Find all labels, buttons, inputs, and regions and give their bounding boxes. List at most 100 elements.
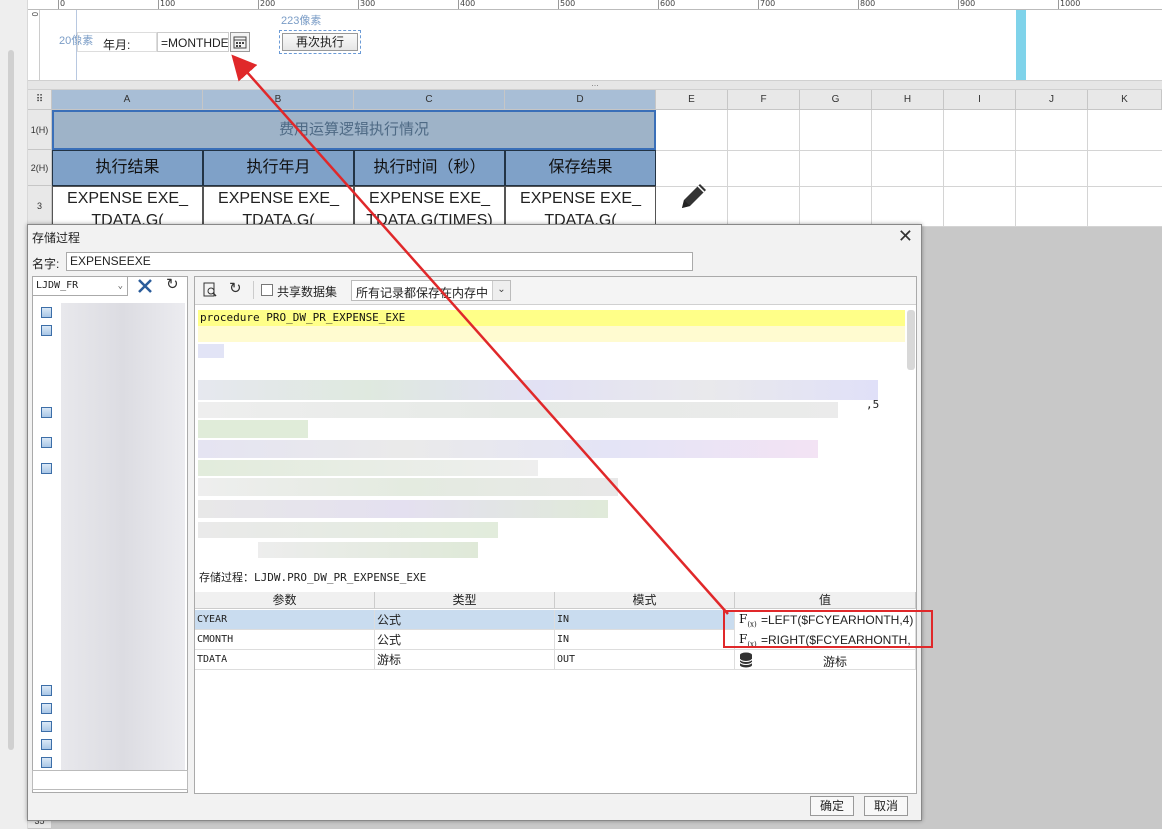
connection-tree-pane bbox=[32, 276, 188, 793]
vertical-ruler: 0 bbox=[28, 10, 40, 82]
data-cell-d3[interactable]: EXPENSE EXE_ TDATA.G( bbox=[505, 186, 656, 226]
table-row[interactable]: TDATA 游标 OUT 游标 bbox=[195, 650, 916, 670]
run-button-selection: 再次执行 bbox=[279, 30, 361, 54]
sql-text-area[interactable]: procedure PRO_DW_PR_EXPENSE_EXE ,5 bbox=[198, 310, 905, 560]
run-again-button[interactable]: 再次执行 bbox=[282, 33, 358, 51]
sql-editor-pane: ↻ 共享数据集 所有记录都保存在内存中 ⌄ procedure PRO_DW_P… bbox=[194, 276, 917, 794]
param-mode-cell: IN bbox=[555, 610, 735, 630]
cursor-value-text: 游标 bbox=[823, 655, 848, 669]
ruler-label: 900 bbox=[960, 0, 976, 8]
select-all-corner[interactable]: ⠿ bbox=[28, 90, 52, 110]
database-icon bbox=[739, 652, 753, 668]
refresh-icon[interactable]: ↻ bbox=[229, 281, 245, 297]
table-icon[interactable] bbox=[41, 437, 52, 448]
row-header-3[interactable]: 3 bbox=[28, 186, 52, 226]
page-boundary-marker bbox=[1016, 10, 1026, 80]
column-header-i[interactable]: I bbox=[944, 90, 1016, 110]
parameter-panel: 20像素 223像素 年月: =MONTHDE 再次执行 bbox=[40, 10, 1162, 80]
table-icon[interactable] bbox=[41, 407, 52, 418]
ruler-label: 600 bbox=[660, 0, 676, 8]
left-scrollbar[interactable] bbox=[8, 50, 14, 750]
ruler-label: 200 bbox=[260, 0, 276, 8]
table-icon[interactable] bbox=[41, 307, 52, 318]
type-column-header: 类型 bbox=[375, 592, 555, 609]
preview-icon[interactable] bbox=[202, 282, 218, 298]
column-header-f[interactable]: F bbox=[728, 90, 800, 110]
table-icon[interactable] bbox=[41, 685, 52, 696]
ruler-label: 800 bbox=[860, 0, 876, 8]
ruler-label: 400 bbox=[460, 0, 476, 8]
param-name-cell: CYEAR bbox=[195, 610, 375, 630]
sql-second-line-blurred bbox=[198, 326, 905, 342]
connection-select-value: LJDW_FR bbox=[36, 280, 79, 291]
param-type-cell: 游标 bbox=[375, 650, 555, 670]
column-header-j[interactable]: J bbox=[1016, 90, 1088, 110]
ruler-label: 500 bbox=[560, 0, 576, 8]
column-header-h[interactable]: H bbox=[872, 90, 944, 110]
ruler-label: 1000 bbox=[1060, 0, 1081, 8]
header-cell-year-month[interactable]: 执行年月 bbox=[203, 150, 354, 186]
connection-select[interactable]: LJDW_FR ⌄ bbox=[32, 276, 128, 296]
ruler-label: 100 bbox=[160, 0, 176, 8]
annotation-highlight-box bbox=[723, 610, 933, 648]
date-input[interactable]: =MONTHDE bbox=[157, 32, 229, 52]
chevron-down-icon: ⌄ bbox=[117, 281, 123, 291]
close-icon[interactable]: ✕ bbox=[898, 226, 913, 247]
calendar-icon[interactable] bbox=[230, 32, 250, 52]
value-column-header: 值 bbox=[735, 592, 916, 609]
stored-procedure-dialog: 存储过程 ✕ 名字: EXPENSEEXE LJDW_FR ⌄ ↻ ↻ 共享数据… bbox=[27, 224, 922, 821]
sql-first-line: procedure PRO_DW_PR_EXPENSE_EXE bbox=[198, 310, 905, 326]
column-header-c[interactable]: C bbox=[354, 90, 505, 110]
row-header-2[interactable]: 2(H) bbox=[28, 150, 52, 186]
column-header-g[interactable]: G bbox=[800, 90, 872, 110]
memory-option-select[interactable]: 所有记录都保存在内存中 ⌄ bbox=[351, 280, 511, 301]
ok-button[interactable]: 确定 bbox=[810, 796, 854, 816]
left-side-strip bbox=[0, 0, 28, 829]
sql-scrollbar[interactable] bbox=[907, 310, 915, 370]
column-header-k[interactable]: K bbox=[1088, 90, 1162, 110]
header-cell-exec-time[interactable]: 执行时间（秒） bbox=[354, 150, 505, 186]
table-icon[interactable] bbox=[41, 739, 52, 750]
table-icon[interactable] bbox=[41, 703, 52, 714]
share-dataset-label: 共享数据集 bbox=[277, 285, 338, 299]
column-header-a[interactable]: A bbox=[52, 90, 203, 110]
ruler-label: 300 bbox=[360, 0, 376, 8]
tree-search-input[interactable] bbox=[32, 770, 188, 790]
table-icon[interactable] bbox=[41, 463, 52, 474]
table-icon[interactable] bbox=[41, 721, 52, 732]
toolbar-divider bbox=[253, 281, 254, 299]
data-cell-a3[interactable]: EXPENSE EXE_ TDATA.G( bbox=[52, 186, 203, 226]
vertical-ruler-label: 0 bbox=[30, 12, 39, 17]
memory-option-value: 所有记录都保存在内存中 bbox=[356, 286, 489, 300]
ruler-label: 0 bbox=[60, 0, 66, 8]
column-header-e[interactable]: E bbox=[656, 90, 728, 110]
panel-splitter[interactable]: … bbox=[28, 80, 1162, 90]
row-header-1[interactable]: 1(H) bbox=[28, 110, 52, 150]
header-cell-save-result[interactable]: 保存结果 bbox=[505, 150, 656, 186]
year-month-label-box: 年月: bbox=[77, 32, 157, 52]
table-icon[interactable] bbox=[41, 757, 52, 768]
cancel-button[interactable]: 取消 bbox=[864, 796, 908, 816]
table-icon[interactable] bbox=[41, 325, 52, 336]
column-header-b[interactable]: B bbox=[203, 90, 354, 110]
column-header-d[interactable]: D bbox=[505, 90, 656, 110]
header-cell-result[interactable]: 执行结果 bbox=[52, 150, 203, 186]
share-dataset-checkbox[interactable] bbox=[261, 284, 273, 296]
param-value-cell[interactable]: 游标 bbox=[735, 650, 916, 670]
horizontal-ruler: 0 100 200 300 400 500 600 700 800 900 10… bbox=[28, 0, 1162, 10]
refresh-icon[interactable]: ↻ bbox=[166, 277, 184, 295]
pencil-icon[interactable] bbox=[676, 178, 712, 214]
param-type-cell: 公式 bbox=[375, 630, 555, 650]
tools-icon[interactable] bbox=[136, 277, 154, 295]
blurred-sql-block bbox=[198, 380, 878, 400]
editor-toolbar: ↻ 共享数据集 所有记录都保存在内存中 ⌄ bbox=[195, 277, 916, 305]
data-cell-c3[interactable]: EXPENSE EXE_ TDATA.G(TIMES) bbox=[354, 186, 505, 226]
report-title-cell[interactable]: 费用运算逻辑执行情况 bbox=[52, 110, 656, 150]
ruler-label: 700 bbox=[760, 0, 776, 8]
blurred-tree-content bbox=[61, 303, 185, 773]
top-margin-label: 223像素 bbox=[281, 15, 322, 27]
data-cell-b3[interactable]: EXPENSE EXE_ TDATA.G( bbox=[203, 186, 354, 226]
name-input[interactable]: EXPENSEEXE bbox=[66, 252, 693, 271]
param-mode-cell: OUT bbox=[555, 650, 735, 670]
sql-fragment: ,5 bbox=[866, 398, 880, 411]
